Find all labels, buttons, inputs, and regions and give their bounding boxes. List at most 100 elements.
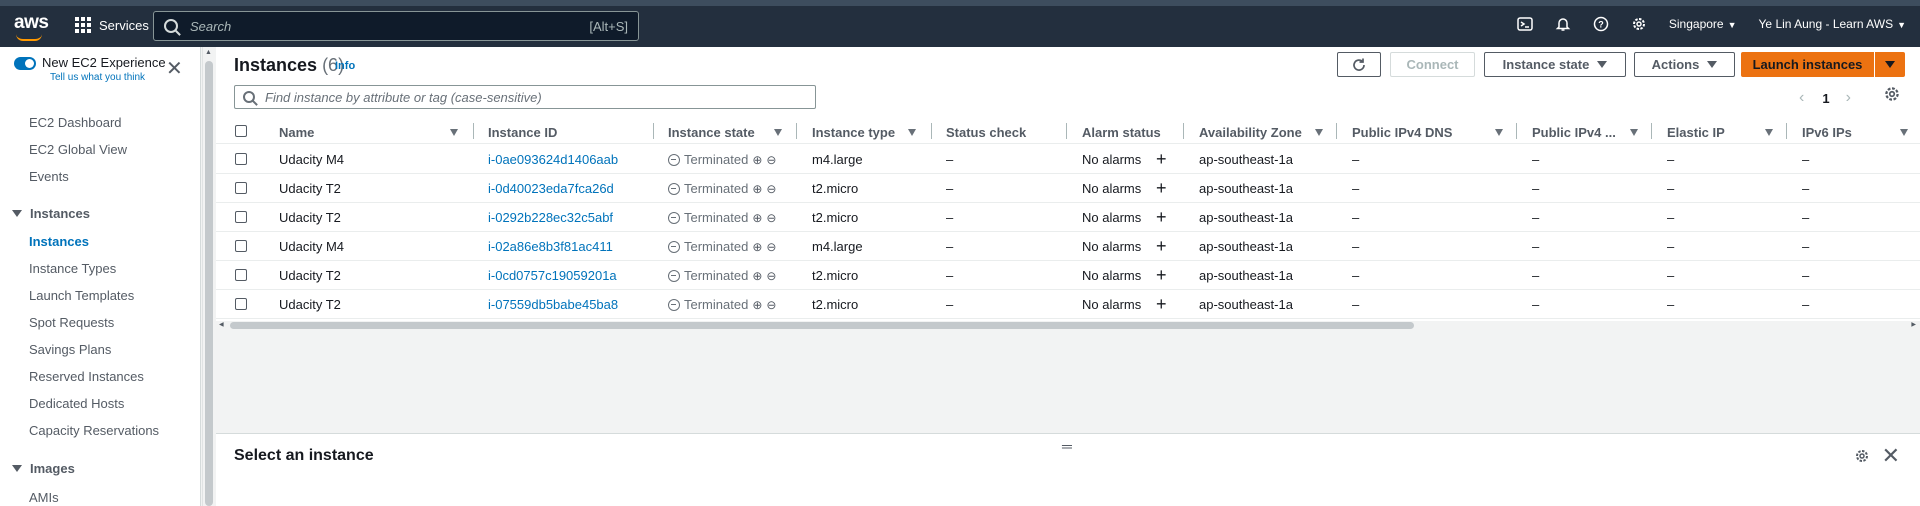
sidebar-section-images[interactable]: Images bbox=[12, 461, 75, 476]
new-experience-toggle[interactable] bbox=[14, 57, 36, 70]
sort-icon[interactable] bbox=[1315, 129, 1323, 136]
zoom-in-icon[interactable]: ⊕ bbox=[752, 298, 762, 312]
sidebar-item-events[interactable]: Events bbox=[29, 169, 69, 184]
zoom-out-icon[interactable]: ⊖ bbox=[766, 298, 776, 312]
column-header-alarm-status[interactable]: Alarm status bbox=[1082, 125, 1161, 140]
instance-state-dropdown[interactable]: Instance state bbox=[1484, 52, 1626, 77]
sort-icon[interactable] bbox=[908, 129, 916, 136]
column-divider[interactable] bbox=[796, 123, 797, 139]
column-divider[interactable] bbox=[1183, 123, 1184, 139]
column-divider[interactable] bbox=[1336, 123, 1337, 139]
column-divider[interactable] bbox=[1516, 123, 1517, 139]
column-header-status-check[interactable]: Status check bbox=[946, 125, 1026, 140]
sort-icon[interactable] bbox=[774, 129, 782, 136]
zoom-in-icon[interactable]: ⊕ bbox=[752, 211, 762, 225]
table-horizontal-scrollbar[interactable]: ◀ ▶ bbox=[216, 321, 1920, 330]
resize-handle-icon[interactable]: ═ bbox=[1062, 438, 1072, 454]
zoom-in-icon[interactable]: ⊕ bbox=[752, 153, 762, 167]
zoom-in-icon[interactable]: ⊕ bbox=[752, 269, 762, 283]
column-header-name[interactable]: Name bbox=[279, 125, 314, 140]
column-divider[interactable] bbox=[653, 123, 654, 139]
close-sidebar-icon[interactable]: ✕ bbox=[166, 59, 183, 79]
actions-dropdown[interactable]: Actions bbox=[1634, 52, 1735, 77]
zoom-in-icon[interactable]: ⊕ bbox=[752, 240, 762, 254]
add-alarm-icon[interactable]: + bbox=[1156, 294, 1167, 315]
table-row[interactable]: Udacity T2 i-0cd0757c19059201a Terminate… bbox=[216, 261, 1920, 290]
cloudshell-icon[interactable] bbox=[1517, 16, 1533, 32]
sidebar-section-instances[interactable]: Instances bbox=[12, 206, 90, 221]
connect-button[interactable]: Connect bbox=[1390, 52, 1475, 77]
help-icon[interactable]: ? bbox=[1593, 16, 1609, 32]
row-checkbox[interactable] bbox=[235, 298, 247, 310]
chevron-right-icon[interactable]: › bbox=[1846, 89, 1851, 107]
row-checkbox[interactable] bbox=[235, 269, 247, 281]
add-alarm-icon[interactable]: + bbox=[1156, 265, 1167, 286]
scroll-left-icon[interactable]: ◀ bbox=[219, 321, 224, 328]
sort-icon[interactable] bbox=[1765, 129, 1773, 136]
column-header-ipv6-ips[interactable]: IPv6 IPs bbox=[1802, 125, 1852, 140]
launch-options-dropdown[interactable] bbox=[1875, 52, 1905, 77]
zoom-out-icon[interactable]: ⊖ bbox=[766, 182, 776, 196]
column-header-public-ipv4-dns[interactable]: Public IPv4 DNS bbox=[1352, 125, 1452, 140]
add-alarm-icon[interactable]: + bbox=[1156, 178, 1167, 199]
services-menu-button[interactable]: Services bbox=[75, 17, 149, 33]
zoom-out-icon[interactable]: ⊖ bbox=[766, 153, 776, 167]
zoom-out-icon[interactable]: ⊖ bbox=[766, 211, 776, 225]
table-row[interactable]: Udacity T2 i-0292b228ec32c5abf Terminate… bbox=[216, 203, 1920, 232]
instance-id-link[interactable]: i-0cd0757c19059201a bbox=[488, 268, 617, 283]
chevron-left-icon[interactable]: ‹ bbox=[1799, 89, 1804, 107]
scroll-up-icon[interactable]: ▲ bbox=[205, 49, 212, 56]
sort-icon[interactable] bbox=[1495, 129, 1503, 136]
column-header-availability-zone[interactable]: Availability Zone bbox=[1199, 125, 1302, 140]
feedback-link[interactable]: Tell us what you think bbox=[50, 72, 166, 83]
column-divider[interactable] bbox=[1786, 123, 1787, 139]
column-divider[interactable] bbox=[1066, 123, 1067, 139]
scrollbar-thumb[interactable] bbox=[205, 61, 213, 506]
search-input[interactable]: Search [Alt+S] bbox=[153, 11, 639, 41]
instance-id-link[interactable]: i-07559db5babe45ba8 bbox=[488, 297, 618, 312]
instance-filter-input[interactable]: Find instance by attribute or tag (case-… bbox=[234, 85, 816, 109]
sidebar-item-instance-types[interactable]: Instance Types bbox=[29, 261, 116, 276]
column-header-instance-id[interactable]: Instance ID bbox=[488, 125, 557, 140]
launch-instances-button[interactable]: Launch instances bbox=[1741, 52, 1874, 77]
sidebar-item-capacity-reservations[interactable]: Capacity Reservations bbox=[29, 423, 159, 438]
instance-id-link[interactable]: i-0292b228ec32c5abf bbox=[488, 210, 613, 225]
scroll-right-icon[interactable]: ▶ bbox=[1911, 321, 1916, 328]
column-header-elastic-ip[interactable]: Elastic IP bbox=[1667, 125, 1725, 140]
column-divider[interactable] bbox=[473, 123, 474, 139]
column-header-instance-state[interactable]: Instance state bbox=[668, 125, 755, 140]
column-divider[interactable] bbox=[931, 123, 932, 139]
sidebar-item-ec2-global-view[interactable]: EC2 Global View bbox=[29, 142, 127, 157]
table-row[interactable]: Udacity T2 i-07559db5babe45ba8 Terminate… bbox=[216, 290, 1920, 319]
sidebar-item-amis[interactable]: AMIs bbox=[29, 490, 59, 505]
column-divider[interactable] bbox=[1651, 123, 1652, 139]
split-panel-settings-icon[interactable] bbox=[1854, 448, 1870, 469]
aws-logo[interactable]: aws bbox=[14, 12, 49, 41]
table-row[interactable]: Udacity M4 i-02a86e8b3f81ac411 Terminate… bbox=[216, 232, 1920, 261]
table-settings-gear-icon[interactable] bbox=[1883, 85, 1901, 106]
sidebar-item-reserved-instances[interactable]: Reserved Instances bbox=[29, 369, 144, 384]
page-number[interactable]: 1 bbox=[1822, 91, 1829, 106]
row-checkbox[interactable] bbox=[235, 153, 247, 165]
add-alarm-icon[interactable]: + bbox=[1156, 236, 1167, 257]
sidebar-item-launch-templates[interactable]: Launch Templates bbox=[29, 288, 134, 303]
add-alarm-icon[interactable]: + bbox=[1156, 149, 1167, 170]
instance-id-link[interactable]: i-02a86e8b3f81ac411 bbox=[488, 239, 613, 254]
row-checkbox[interactable] bbox=[235, 240, 247, 252]
sort-icon[interactable] bbox=[1630, 129, 1638, 136]
close-icon[interactable]: ✕ bbox=[1882, 443, 1900, 469]
add-alarm-icon[interactable]: + bbox=[1156, 207, 1167, 228]
sort-icon[interactable] bbox=[1900, 129, 1908, 136]
row-checkbox[interactable] bbox=[235, 211, 247, 223]
zoom-in-icon[interactable]: ⊕ bbox=[752, 182, 762, 196]
table-row[interactable]: Udacity M4 i-0ae093624d1406aab Terminate… bbox=[216, 145, 1920, 174]
sidebar-item-spot-requests[interactable]: Spot Requests bbox=[29, 315, 114, 330]
table-row[interactable]: Udacity T2 i-0d40023eda7fca26d Terminate… bbox=[216, 174, 1920, 203]
scrollbar-thumb[interactable] bbox=[230, 322, 1414, 329]
sort-icon[interactable] bbox=[450, 129, 458, 136]
instance-id-link[interactable]: i-0d40023eda7fca26d bbox=[488, 181, 614, 196]
zoom-out-icon[interactable]: ⊖ bbox=[766, 240, 776, 254]
sidebar-item-instances[interactable]: Instances bbox=[29, 234, 89, 249]
zoom-out-icon[interactable]: ⊖ bbox=[766, 269, 776, 283]
sidebar-item-ec2-dashboard[interactable]: EC2 Dashboard bbox=[29, 115, 122, 130]
